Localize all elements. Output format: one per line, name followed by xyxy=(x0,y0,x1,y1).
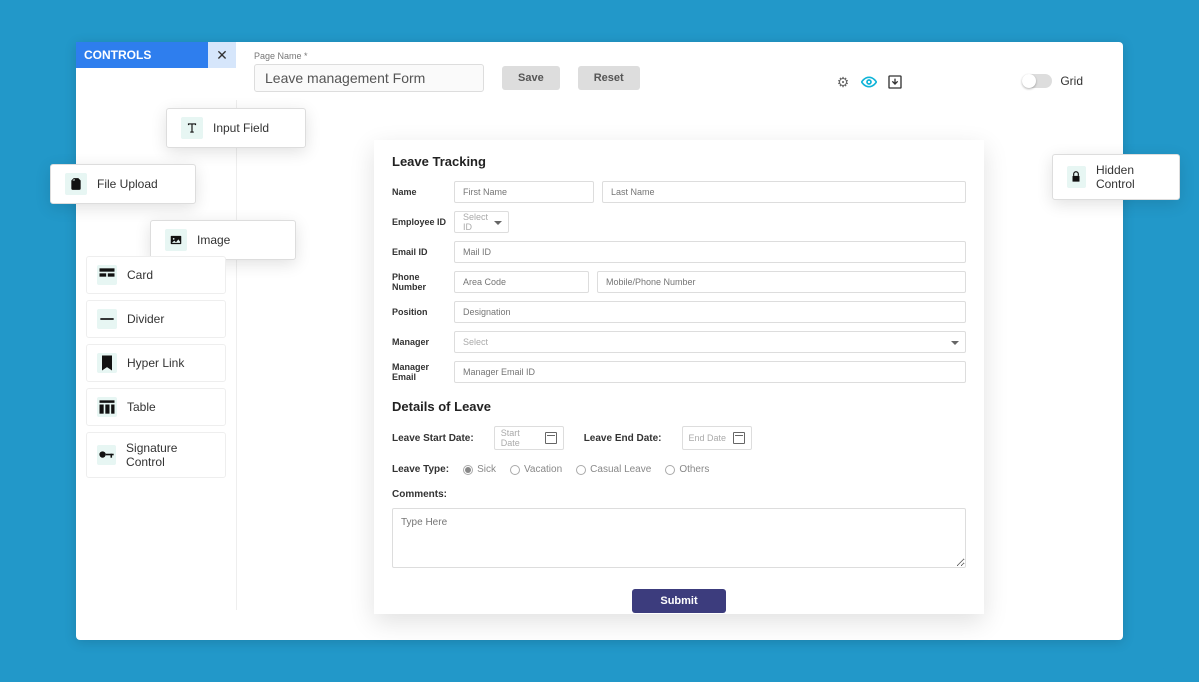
control-label: Signature Control xyxy=(126,441,215,469)
file-icon xyxy=(65,173,87,195)
control-table[interactable]: Table xyxy=(86,388,226,426)
control-label: File Upload xyxy=(97,177,158,191)
label-phone: Phone Number xyxy=(392,272,454,292)
bookmark-icon xyxy=(97,353,117,373)
grid-toggle[interactable] xyxy=(1022,74,1052,88)
control-label: Image xyxy=(197,233,230,247)
export-icon[interactable] xyxy=(887,74,903,90)
topbar: Page Name * Save Reset xyxy=(254,42,1123,100)
control-hidden[interactable]: Hidden Control xyxy=(1052,154,1180,200)
area-code-input[interactable] xyxy=(454,271,589,293)
calendar-icon xyxy=(733,432,745,444)
start-date-input[interactable]: Start Date xyxy=(494,426,564,450)
manager-select[interactable]: Select xyxy=(454,331,966,353)
control-label: Input Field xyxy=(213,121,269,135)
save-button[interactable]: Save xyxy=(502,66,560,90)
label-start-date: Leave Start Date: xyxy=(392,433,474,444)
radio-icon xyxy=(510,465,520,475)
radio-sick[interactable]: Sick xyxy=(463,464,496,475)
control-divider[interactable]: Divider xyxy=(86,300,226,338)
controls-panel-title: CONTROLS xyxy=(84,48,151,62)
phone-input[interactable] xyxy=(597,271,966,293)
email-input[interactable] xyxy=(454,241,966,263)
radio-vacation[interactable]: Vacation xyxy=(510,464,562,475)
control-input-field[interactable]: Input Field xyxy=(166,108,306,148)
app-frame: CONTROLS ✕ Page Name * Save Reset ⚙ Grid… xyxy=(16,12,1183,670)
divider-icon xyxy=(97,309,117,329)
employee-id-select[interactable]: Select ID xyxy=(454,211,509,233)
close-controls-button[interactable]: ✕ xyxy=(208,42,236,68)
label-name: Name xyxy=(392,187,454,197)
label-manager-email: Manager Email xyxy=(392,362,454,382)
grid-toggle-group: Grid xyxy=(1022,74,1083,88)
preview-icon[interactable] xyxy=(861,74,877,90)
section-details-of-leave: Details of Leave xyxy=(392,399,966,414)
radio-icon xyxy=(463,465,473,475)
label-position: Position xyxy=(392,307,454,317)
radio-icon xyxy=(576,465,586,475)
label-comments: Comments: xyxy=(392,489,966,500)
image-icon xyxy=(165,229,187,251)
first-name-input[interactable] xyxy=(454,181,594,203)
page-name-input[interactable] xyxy=(254,64,484,92)
control-label: Hyper Link xyxy=(127,356,184,370)
manager-email-input[interactable] xyxy=(454,361,966,383)
topbar-tools: ⚙ xyxy=(835,74,903,90)
end-date-input[interactable]: End Date xyxy=(682,426,752,450)
control-signature[interactable]: Signature Control xyxy=(86,432,226,478)
grid-toggle-label: Grid xyxy=(1060,74,1083,88)
control-label: Divider xyxy=(127,312,164,326)
control-label: Card xyxy=(127,268,153,282)
sidebar-divider xyxy=(236,100,237,610)
table-icon xyxy=(97,397,117,417)
radio-casual[interactable]: Casual Leave xyxy=(576,464,651,475)
close-icon: ✕ xyxy=(216,47,228,64)
label-employee-id: Employee ID xyxy=(392,217,454,227)
page-name-label: Page Name * xyxy=(254,51,484,61)
comments-input[interactable] xyxy=(392,508,966,568)
radio-icon xyxy=(665,465,675,475)
settings-icon[interactable]: ⚙ xyxy=(835,74,851,90)
control-image[interactable]: Image xyxy=(150,220,296,260)
last-name-input[interactable] xyxy=(602,181,966,203)
key-icon xyxy=(97,445,116,465)
card-icon xyxy=(97,265,117,285)
lock-icon xyxy=(1067,166,1086,188)
control-label: Hidden Control xyxy=(1096,163,1165,191)
radio-others[interactable]: Others xyxy=(665,464,709,475)
label-end-date: Leave End Date: xyxy=(584,433,662,444)
control-list: Card Divider Hyper Link Table Signature … xyxy=(86,256,226,478)
control-hyperlink[interactable]: Hyper Link xyxy=(86,344,226,382)
position-input[interactable] xyxy=(454,301,966,323)
control-label: Table xyxy=(127,400,156,414)
calendar-icon xyxy=(545,432,557,444)
text-icon xyxy=(181,117,203,139)
control-file-upload[interactable]: File Upload xyxy=(50,164,196,204)
section-leave-tracking: Leave Tracking xyxy=(392,154,966,169)
label-leave-type: Leave Type: xyxy=(392,464,449,475)
submit-button[interactable]: Submit xyxy=(632,589,725,613)
control-card[interactable]: Card xyxy=(86,256,226,294)
label-email: Email ID xyxy=(392,247,454,257)
label-manager: Manager xyxy=(392,337,454,347)
form-canvas: Leave Tracking Name Employee ID Select I… xyxy=(374,140,984,614)
reset-button[interactable]: Reset xyxy=(578,66,640,90)
